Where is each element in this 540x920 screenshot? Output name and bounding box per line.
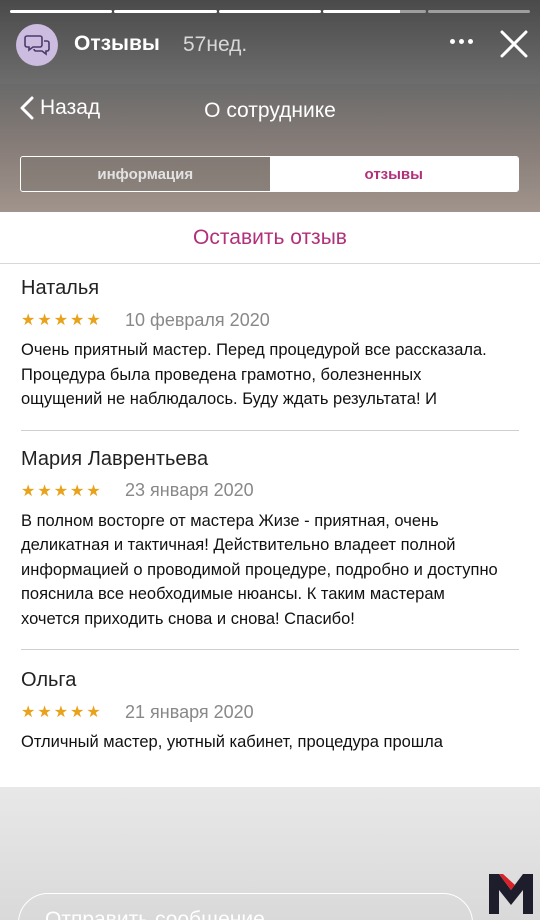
review-item: Ольга ★★★★★ 21 января 2020 Отличный маст… — [0, 650, 540, 755]
story-footer: Отправить сообщение — [0, 787, 540, 920]
star-rating: ★★★★★ — [21, 482, 103, 500]
review-item: Мария Лаврентьева ★★★★★ 23 января 2020 В… — [0, 431, 540, 632]
m-logo-icon — [489, 874, 533, 914]
leave-review-button[interactable]: Оставить отзыв — [0, 212, 540, 264]
story-header: Отзывы 57нед. — [0, 0, 540, 84]
reply-placeholder: Отправить сообщение — [45, 908, 265, 920]
reviews-list: Оставить отзыв Наталья ★★★★★ 10 февраля … — [0, 212, 540, 787]
review-item: Наталья ★★★★★ 10 февраля 2020 Очень прия… — [0, 264, 540, 412]
review-text: В полном восторге от мастера Жизе - прия… — [21, 511, 498, 628]
review-text: Очень приятный мастер. Перед процедурой … — [21, 341, 487, 408]
story-title[interactable]: Отзывы — [74, 32, 160, 56]
chat-bubbles-icon — [24, 35, 50, 56]
close-icon[interactable] — [498, 28, 530, 60]
reviewer-name: Мария Лаврентьева — [21, 447, 209, 470]
more-dots-icon[interactable] — [450, 36, 476, 46]
segmented-control: информация отзывы — [20, 156, 519, 192]
review-date: 21 января 2020 — [125, 701, 254, 722]
tab-reviews[interactable]: отзывы — [269, 157, 518, 191]
app-header: Назад О сотруднике информация отзывы — [0, 84, 540, 212]
story-timestamp: 57нед. — [183, 33, 248, 56]
reviewer-name: Ольга — [21, 669, 77, 691]
review-text: Отличный мастер, уютный кабинет, процеду… — [21, 733, 443, 751]
reply-input[interactable]: Отправить сообщение — [18, 893, 473, 920]
avatar[interactable] — [16, 24, 58, 66]
story-progress — [10, 10, 531, 13]
star-rating: ★★★★★ — [21, 312, 103, 329]
reviewer-name: Наталья — [21, 277, 100, 299]
page-title: О сотруднике — [204, 99, 336, 122]
star-rating: ★★★★★ — [21, 704, 103, 721]
review-date: 23 января 2020 — [125, 480, 254, 500]
review-date: 10 февраля 2020 — [125, 309, 270, 330]
tab-info[interactable]: информация — [21, 157, 270, 191]
